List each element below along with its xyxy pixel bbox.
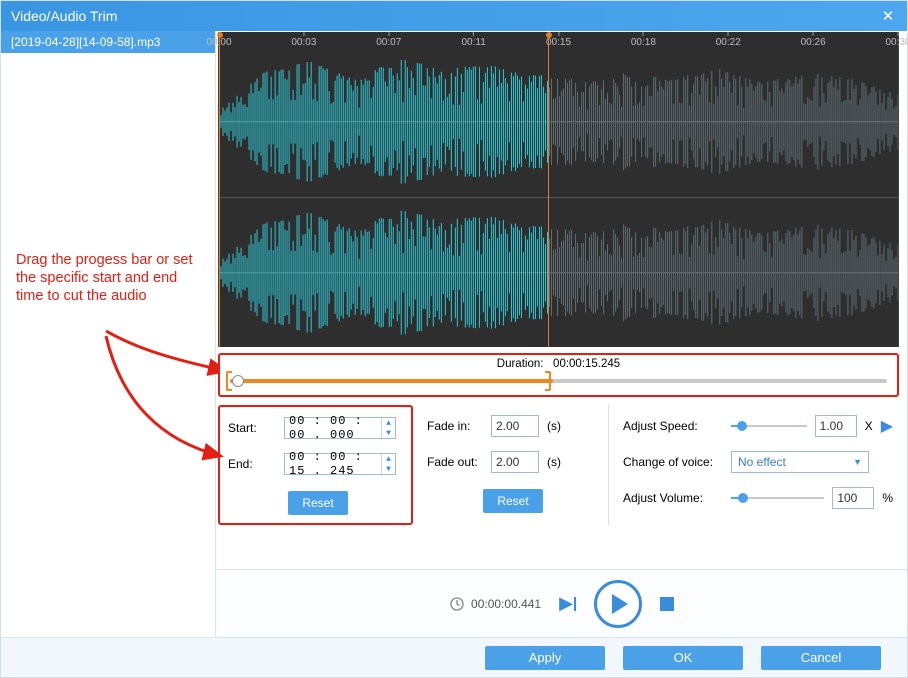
ruler-tick: 00:26 xyxy=(801,32,826,48)
spin-down-icon[interactable]: ▼ xyxy=(382,464,395,474)
speed-unit: X xyxy=(865,419,873,433)
play-button[interactable] xyxy=(594,580,642,628)
fade-out-label: Fade out: xyxy=(427,455,483,469)
main-panel: 00:0000:0300:0700:1100:1500:1800:2200:26… xyxy=(216,31,907,637)
volume-slider[interactable] xyxy=(731,490,824,506)
trim-slider[interactable] xyxy=(226,373,891,389)
waveform-display[interactable]: 00:0000:0300:0700:1100:1500:1800:2200:26… xyxy=(218,32,899,347)
ruler-tick: 00:22 xyxy=(716,32,741,48)
spin-down-icon[interactable]: ▼ xyxy=(382,428,395,438)
preview-speed-icon[interactable]: ▶ xyxy=(881,416,893,436)
ruler-tick: 00:07 xyxy=(376,32,401,48)
caret-down-icon: ▼ xyxy=(853,457,862,467)
selection-end-handle[interactable] xyxy=(548,32,549,347)
voice-label: Change of voice: xyxy=(623,455,723,469)
stop-button[interactable] xyxy=(660,597,674,611)
ok-button[interactable]: OK xyxy=(623,646,743,670)
player-bar: 00:00:00.441 ▶ xyxy=(216,569,907,637)
waveform-channel-right xyxy=(219,198,898,348)
speed-input[interactable] xyxy=(815,415,857,437)
waveform-channel-left xyxy=(219,47,898,198)
selection-start-handle[interactable] xyxy=(219,32,220,347)
end-label: End: xyxy=(228,457,276,471)
volume-unit: % xyxy=(882,491,893,505)
skip-to-end-icon[interactable]: ▶ xyxy=(559,593,576,614)
fade-out-input[interactable] xyxy=(491,451,539,473)
speed-label: Adjust Speed: xyxy=(623,419,723,433)
cancel-button[interactable]: Cancel xyxy=(761,646,881,670)
window-title: Video/Audio Trim xyxy=(11,8,117,24)
apply-button[interactable]: Apply xyxy=(485,646,605,670)
fade-in-label: Fade in: xyxy=(427,419,483,433)
ruler-tick: 00:18 xyxy=(631,32,656,48)
unit-seconds: (s) xyxy=(547,455,561,469)
reset-trim-button[interactable]: Reset xyxy=(288,491,348,515)
voice-select[interactable]: No effect ▼ xyxy=(731,451,869,473)
ruler-tick: 00:11 xyxy=(461,32,485,48)
start-time-input[interactable]: 00 : 00 : 00 . 000 ▲▼ xyxy=(284,417,396,439)
time-ruler: 00:0000:0300:0700:1100:1500:1800:2200:26… xyxy=(219,32,898,47)
playhead-time: 00:00:00.441 xyxy=(449,596,541,612)
trim-playhead-knob[interactable] xyxy=(232,375,244,387)
clock-icon xyxy=(449,596,465,612)
end-time-input[interactable]: 00 : 00 : 15 . 245 ▲▼ xyxy=(284,453,396,475)
volume-input[interactable] xyxy=(832,487,874,509)
close-icon[interactable]: ✕ xyxy=(879,7,897,25)
volume-label: Adjust Volume: xyxy=(623,491,723,505)
spin-up-icon[interactable]: ▲ xyxy=(382,418,395,428)
annotation-text: Drag the progess bar or set the specific… xyxy=(16,251,206,305)
duration-value: 00:00:15.245 xyxy=(553,358,620,370)
ruler-tick: 00:03 xyxy=(291,32,316,48)
fade-in-input[interactable] xyxy=(491,415,539,437)
trim-progress-box: Duration: 00:00:15.245 xyxy=(218,353,899,397)
ruler-tick: 00:30 xyxy=(885,32,908,48)
speed-slider[interactable] xyxy=(731,418,807,434)
duration-label-row: Duration: 00:00:15.245 xyxy=(226,358,891,373)
adjust-group: Adjust Speed: X ▶ Change of voice: No e xyxy=(608,405,899,525)
fade-group: Fade in: (s) Fade out: (s) Reset xyxy=(423,405,598,525)
file-item-selected[interactable]: [2019-04-28][14-09-58].mp3 xyxy=(1,31,215,53)
unit-seconds: (s) xyxy=(547,419,561,433)
start-end-group: Start: 00 : 00 : 00 . 000 ▲▼ End: 00 : 0… xyxy=(218,405,413,525)
play-icon xyxy=(612,594,628,614)
trim-end-bracket[interactable] xyxy=(545,371,551,391)
file-list-sidebar: [2019-04-28][14-09-58].mp3 xyxy=(1,31,216,637)
title-bar: Video/Audio Trim ✕ xyxy=(1,1,907,31)
dialog-button-row: Apply OK Cancel xyxy=(1,637,907,677)
reset-fade-button[interactable]: Reset xyxy=(483,489,543,513)
spin-up-icon[interactable]: ▲ xyxy=(382,454,395,464)
duration-label: Duration: xyxy=(497,358,544,370)
start-label: Start: xyxy=(228,421,276,435)
